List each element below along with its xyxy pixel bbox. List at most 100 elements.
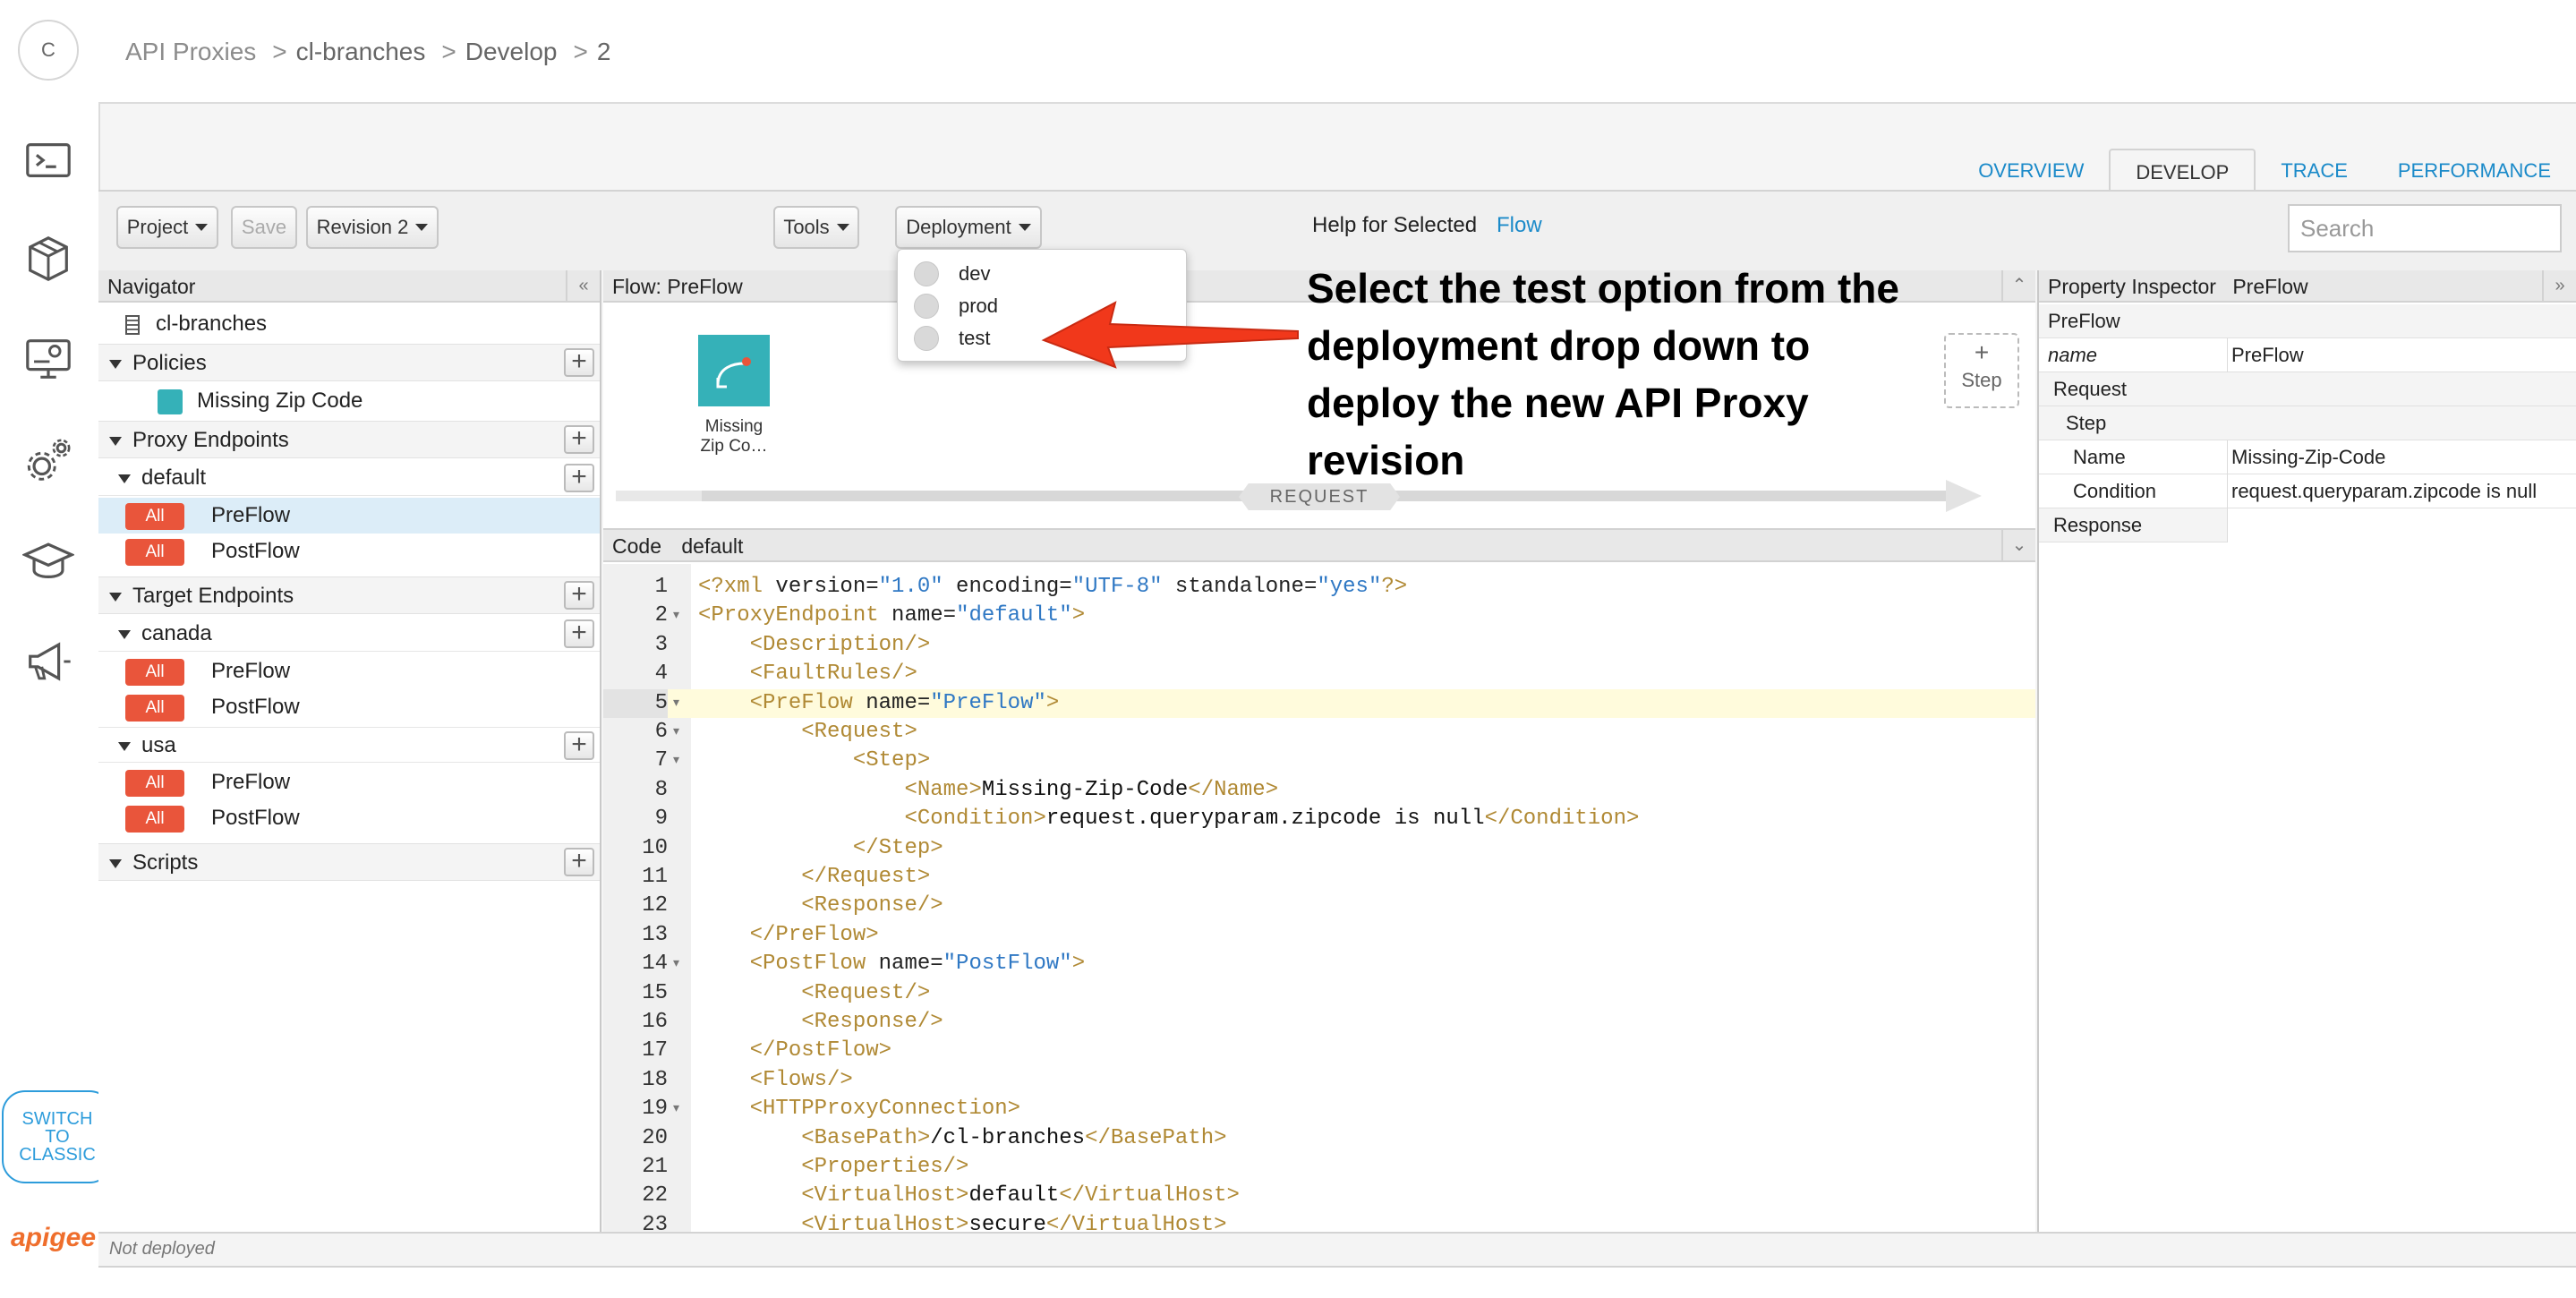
tools-dropdown[interactable]: Tools: [773, 206, 859, 249]
collapse-right-icon[interactable]: »: [2542, 270, 2576, 301]
inspector-step-name-value[interactable]: Missing-Zip-Code: [2227, 440, 2576, 474]
graduation-cap-icon[interactable]: [21, 535, 76, 587]
project-dropdown[interactable]: Project: [116, 206, 218, 249]
terminal-icon[interactable]: [22, 134, 74, 186]
deployment-dropdown[interactable]: Deployment: [895, 206, 1042, 249]
add-flow-canada-button[interactable]: +: [564, 619, 594, 648]
code-line[interactable]: 17 </PostFlow>: [603, 1037, 2035, 1065]
search-input[interactable]: [2288, 204, 2562, 252]
inspector-condition-value[interactable]: request.queryparam.zipcode is null: [2227, 474, 2576, 508]
deployment-option-prod[interactable]: prod: [914, 291, 998, 321]
deployment-option-dev[interactable]: dev: [914, 259, 990, 289]
line-number: 4: [654, 662, 668, 687]
add-flow-usa-button[interactable]: +: [564, 731, 594, 760]
revision-dropdown[interactable]: Revision 2: [306, 206, 439, 249]
code-line[interactable]: 13 </PreFlow>: [603, 921, 2035, 950]
deployment-option-test[interactable]: test: [914, 323, 990, 354]
code-line[interactable]: 6 ▾ <Request>: [603, 718, 2035, 747]
line-number: 17: [642, 1038, 668, 1063]
code-line[interactable]: 16 <Response/>: [603, 1008, 2035, 1037]
chevron-down-icon: [415, 224, 429, 231]
tab-overview[interactable]: OVERVIEW: [1953, 149, 2109, 192]
option-label: dev: [959, 262, 991, 285]
code-line[interactable]: 8 <Name>Missing-Zip-Code</Name>: [603, 776, 2035, 805]
code-line[interactable]: 9 <Condition>request.queryparam.zipcode …: [603, 805, 2035, 833]
fold-toggle-icon[interactable]: ▾: [673, 950, 679, 978]
code-line[interactable]: 20 <BasePath>/cl-branches</BasePath>: [603, 1124, 2035, 1153]
flow-usa-postflow[interactable]: All PostFlow: [98, 800, 600, 836]
fold-toggle-icon[interactable]: ▾: [673, 602, 679, 630]
inspector-response-value[interactable]: [2227, 508, 2576, 542]
policy-item-missing-zip-code[interactable]: Missing Zip Code: [98, 383, 600, 419]
inspector-group-label: Response: [2053, 514, 2143, 536]
code-line[interactable]: 14 ▾ <PostFlow name="PostFlow">: [603, 950, 2035, 978]
proxy-root-item[interactable]: cl-branches: [98, 306, 600, 342]
code-line[interactable]: 22 <VirtualHost>default</VirtualHost>: [603, 1182, 2035, 1210]
user-avatar[interactable]: C: [18, 20, 79, 81]
code-line[interactable]: 11 </Request>: [603, 863, 2035, 892]
switch-to-classic-button[interactable]: SWITCH TO CLASSIC: [2, 1090, 113, 1183]
target-endpoints-section[interactable]: Target Endpoints +: [98, 576, 600, 614]
collapse-down-icon[interactable]: ⌄: [2001, 530, 2035, 560]
code-line[interactable]: 12 <Response/>: [603, 892, 2035, 920]
bottom-band: [98, 1266, 2576, 1298]
code-line[interactable]: 10 </Step>: [603, 834, 2035, 863]
code-line[interactable]: 5 ▾ <PreFlow name="PreFlow">: [603, 688, 2035, 718]
dashboard-monitor-icon[interactable]: [22, 333, 74, 385]
proxy-endpoints-section[interactable]: Proxy Endpoints +: [98, 421, 600, 458]
package-icon[interactable]: [22, 233, 74, 285]
breadcrumb-develop[interactable]: Develop: [465, 38, 558, 66]
policies-label: Policies: [132, 351, 207, 375]
flow-canada-postflow[interactable]: All PostFlow: [98, 689, 600, 725]
endpoint-canada[interactable]: canada +: [98, 616, 600, 652]
fold-toggle-icon[interactable]: ▾: [673, 718, 679, 747]
fold-toggle-icon[interactable]: ▾: [673, 689, 679, 718]
code-line[interactable]: 1 <?xml version="1.0" encoding="UTF-8" st…: [603, 573, 2035, 602]
code-line[interactable]: 15 <Request/>: [603, 979, 2035, 1008]
add-target-endpoint-button[interactable]: +: [564, 581, 594, 610]
collapse-up-icon[interactable]: ⌃: [2001, 270, 2035, 301]
flow-default-postflow[interactable]: All PostFlow: [98, 534, 600, 569]
add-proxy-endpoint-button[interactable]: +: [564, 425, 594, 454]
endpoint-default[interactable]: default +: [98, 460, 600, 496]
inspector-name-value[interactable]: PreFlow: [2227, 338, 2576, 372]
megaphone-icon[interactable]: [22, 636, 74, 687]
line-number: 5: [603, 688, 668, 718]
expand-triangle-icon: [109, 592, 122, 602]
fold-toggle-icon[interactable]: ▾: [673, 1095, 679, 1123]
code-line[interactable]: 7 ▾ <Step>: [603, 747, 2035, 775]
add-flow-default-button[interactable]: +: [564, 464, 594, 492]
breadcrumb-proxy[interactable]: cl-branches: [296, 38, 426, 66]
policies-section[interactable]: Policies +: [98, 344, 600, 381]
inspector-row-condition: Condition request.queryparam.zipcode is …: [2039, 474, 2576, 508]
tab-develop[interactable]: DEVELOP: [2109, 149, 2256, 192]
fold-toggle-icon[interactable]: ▾: [673, 747, 679, 775]
add-script-button[interactable]: +: [564, 848, 594, 876]
code-line[interactable]: 2 ▾ <ProxyEndpoint name="default">: [603, 602, 2035, 630]
endpoint-usa[interactable]: usa +: [98, 727, 600, 763]
add-policy-button[interactable]: +: [564, 348, 594, 377]
policy-step-missing-zip-code[interactable]: Missing Zip Co…: [693, 335, 775, 457]
tab-performance[interactable]: PERFORMANCE: [2373, 149, 2576, 192]
tab-trace[interactable]: TRACE: [2256, 149, 2373, 192]
flow-label: PostFlow: [211, 806, 300, 830]
flow-usa-preflow[interactable]: All PreFlow: [98, 764, 600, 800]
code-text: <Condition>request.queryparam.zipcode is…: [904, 807, 1640, 832]
add-step-button[interactable]: + Step: [1944, 333, 2019, 408]
line-number: 9: [654, 807, 668, 832]
proxy-tabs: OVERVIEW DEVELOP TRACE PERFORMANCE: [1953, 149, 2576, 192]
flow-canada-preflow[interactable]: All PreFlow: [98, 653, 600, 689]
save-button[interactable]: Save: [231, 206, 297, 249]
code-line[interactable]: 4 <FaultRules/>: [603, 660, 2035, 688]
flow-default-preflow[interactable]: All PreFlow: [98, 498, 600, 534]
scripts-section[interactable]: Scripts +: [98, 843, 600, 881]
code-line[interactable]: 19 ▾ <HTTPProxyConnection>: [603, 1095, 2035, 1123]
breadcrumb-separator: >: [272, 38, 287, 65]
code-line[interactable]: 18 <Flows/>: [603, 1066, 2035, 1095]
settings-gears-icon[interactable]: [22, 435, 74, 487]
breadcrumb-api-proxies[interactable]: API Proxies: [125, 38, 256, 66]
code-line[interactable]: 3 <Description/>: [603, 631, 2035, 660]
code-line[interactable]: 21 <Properties/>: [603, 1153, 2035, 1182]
collapse-left-icon[interactable]: «: [566, 270, 600, 301]
help-flow-link[interactable]: Flow: [1497, 213, 1542, 238]
